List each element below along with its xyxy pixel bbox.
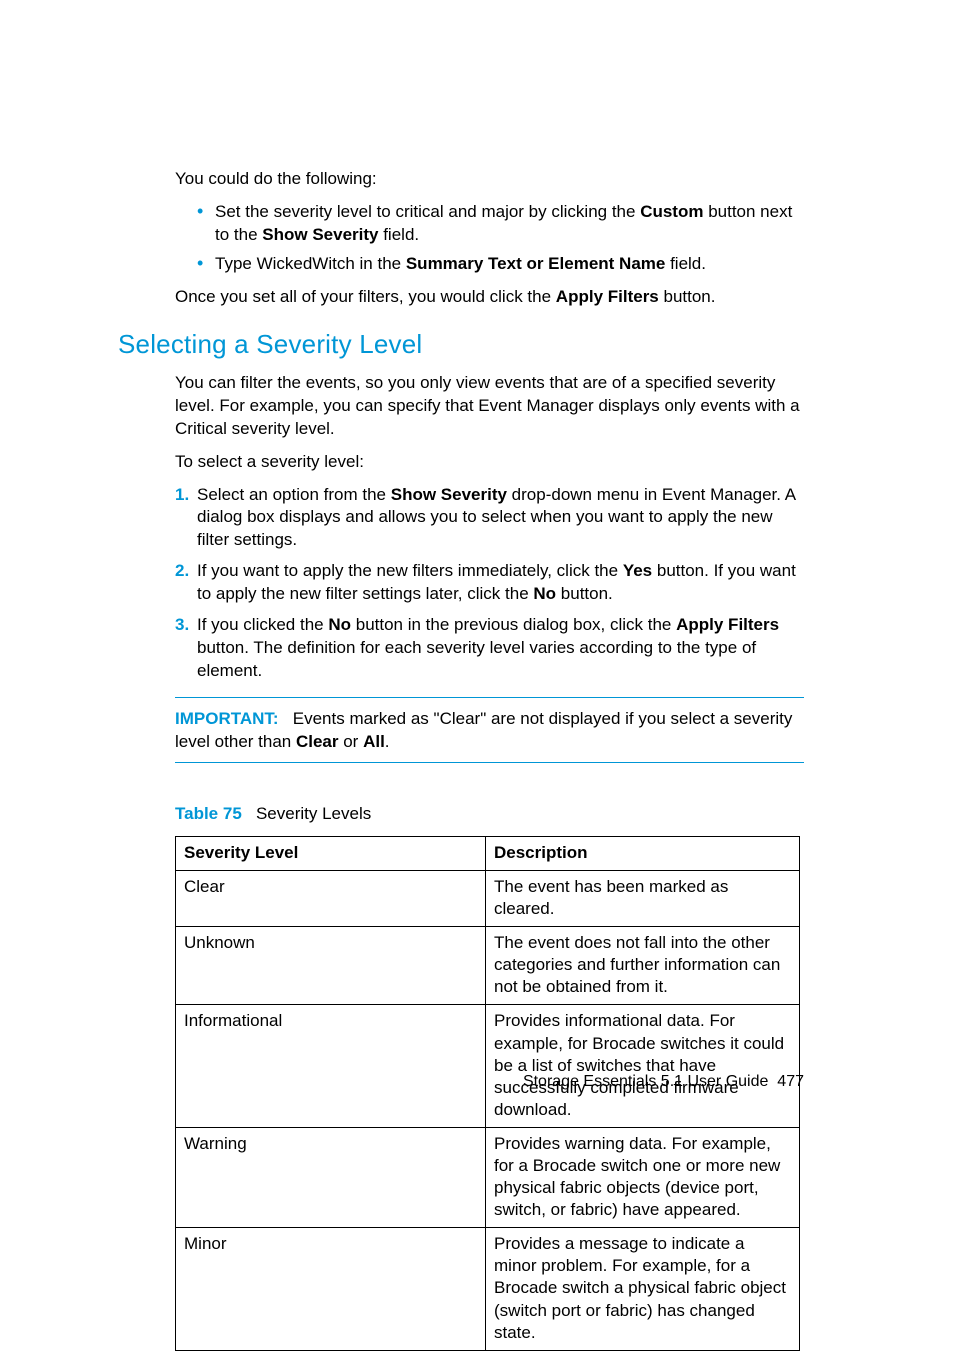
intro-closing: Once you set all of your filters, you wo… [175,286,804,309]
note-label: IMPORTANT: [175,709,279,728]
bullet-item: Set the severity level to critical and m… [197,201,804,247]
footer-title: Storage Essentials 5.1 User Guide [523,1073,768,1090]
section-heading: Selecting a Severity Level [118,327,804,362]
cell-level: Unknown [176,927,486,1005]
cell-desc: Provides warning data. For example, for … [486,1127,800,1227]
section-p2: To select a severity level: [175,451,804,474]
bold: All [363,732,385,751]
step-item: Select an option from the Show Severity … [175,484,804,553]
bold: Apply Filters [676,615,779,634]
text: If you clicked the [197,615,328,634]
severity-table: Severity Level Description Clear The eve… [175,836,800,1351]
text: field. [378,225,419,244]
section-p1: You can filter the events, so you only v… [175,372,804,441]
important-note: IMPORTANT: Events marked as "Clear" are … [175,697,804,763]
table-row: Clear The event has been marked as clear… [176,870,800,926]
table-row: Warning Provides warning data. For examp… [176,1127,800,1227]
bold: Show Severity [262,225,378,244]
text: button. [659,287,716,306]
cell-desc: Provides a message to indicate a minor p… [486,1228,800,1350]
cell-level: Minor [176,1228,486,1350]
bold: Clear [296,732,339,751]
step-item: If you clicked the No button in the prev… [175,614,804,683]
table-row: Informational Provides informational dat… [176,1005,800,1127]
table-title: Severity Levels [256,804,371,823]
bold: Summary Text or Element Name [406,254,666,273]
bold: Yes [623,561,652,580]
page: You could do the following: Set the seve… [0,0,954,1235]
text: button in the previous dialog box, click… [351,615,676,634]
text: field. [665,254,706,273]
table-row: Unknown The event does not fall into the… [176,927,800,1005]
footer-page: 477 [777,1073,804,1090]
cell-desc: The event has been marked as cleared. [486,870,800,926]
intro-line: You could do the following: [175,168,804,191]
page-footer: Storage Essentials 5.1 User Guide 477 [523,1071,804,1093]
text: button. [556,584,613,603]
cell-desc: The event does not fall into the other c… [486,927,800,1005]
bold: No [533,584,556,603]
text: button. The definition for each severity… [197,638,756,680]
text: Select an option from the [197,485,391,504]
rule-top [175,697,804,698]
bold: Show Severity [391,485,507,504]
rule-bottom [175,762,804,763]
table-header-row: Severity Level Description [176,836,800,870]
bold: Custom [640,202,703,221]
cell-level: Informational [176,1005,486,1127]
text: or [339,732,364,751]
text: Once you set all of your filters, you wo… [175,287,556,306]
bold: Apply Filters [556,287,659,306]
text: . [385,732,390,751]
cell-desc: Provides informational data. For example… [486,1005,800,1127]
col-header-level: Severity Level [176,836,486,870]
table-caption: Table 75 Severity Levels [175,803,804,826]
text: Set the severity level to critical and m… [215,202,640,221]
bold: No [328,615,351,634]
intro-bullets: Set the severity level to critical and m… [175,201,804,276]
steps-list: Select an option from the Show Severity … [175,484,804,684]
col-header-description: Description [486,836,800,870]
table-label: Table 75 [175,804,242,823]
text: If you want to apply the new filters imm… [197,561,623,580]
note-pre [283,709,292,728]
step-item: If you want to apply the new filters imm… [175,560,804,606]
table-row: Minor Provides a message to indicate a m… [176,1228,800,1350]
text: Type WickedWitch in the [215,254,406,273]
cell-level: Warning [176,1127,486,1227]
cell-level: Clear [176,870,486,926]
bullet-item: Type WickedWitch in the Summary Text or … [197,253,804,276]
